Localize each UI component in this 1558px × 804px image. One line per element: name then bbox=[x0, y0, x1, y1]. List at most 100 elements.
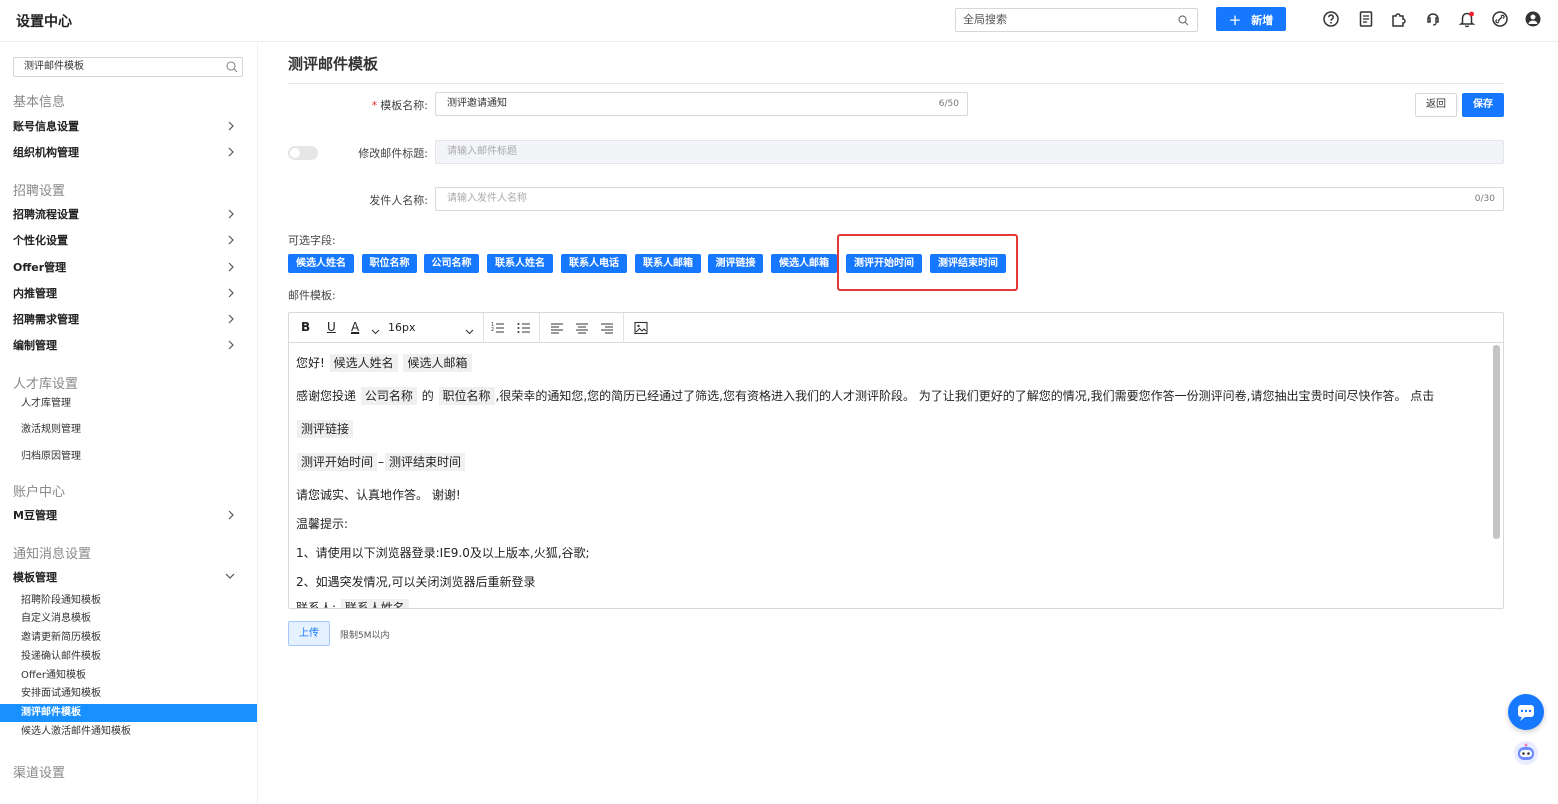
chevron-right-icon bbox=[228, 262, 234, 272]
chevron-right-icon bbox=[228, 288, 234, 298]
subject-placeholder: 请输入邮件标题 bbox=[447, 146, 517, 157]
help-icon[interactable] bbox=[1322, 10, 1340, 28]
chevron-right-icon bbox=[228, 340, 234, 350]
global-search-placeholder: 全局搜索 bbox=[963, 13, 1007, 26]
section-talent-pool: 人才库设置 bbox=[13, 377, 79, 392]
sidebar-item-personal[interactable]: 个性化设置 bbox=[13, 233, 243, 249]
char-count: 0/30 bbox=[1474, 194, 1495, 204]
chevron-down-icon[interactable] bbox=[465, 324, 474, 340]
chat-button[interactable] bbox=[1508, 694, 1544, 730]
sidebar-sub-template[interactable]: Offer通知模板 bbox=[21, 668, 86, 684]
field-tag[interactable]: 候选人邮箱 bbox=[771, 254, 837, 273]
subject-toggle[interactable] bbox=[288, 146, 318, 160]
toolbar-divider bbox=[623, 313, 624, 343]
sidebar-item-referral[interactable]: 内推管理 bbox=[13, 286, 243, 302]
field-tag[interactable]: 联系人姓名 bbox=[487, 254, 553, 273]
notification-bell-icon[interactable] bbox=[1458, 10, 1476, 28]
upload-button[interactable]: 上传 bbox=[288, 621, 330, 646]
sidebar-item-label: 账号信息设置 bbox=[13, 120, 79, 133]
plugin-icon[interactable] bbox=[1390, 10, 1408, 28]
sidebar-item-account-info[interactable]: 账号信息设置 bbox=[13, 119, 243, 135]
sidebar-item-label: 组织机构管理 bbox=[13, 146, 79, 159]
template-name-label-text: 模板名称: bbox=[380, 99, 428, 112]
sidebar-item-label: Offer管理 bbox=[13, 261, 67, 274]
sender-input[interactable]: 请输入发件人名称 0/30 bbox=[435, 187, 1504, 211]
upload-hint: 限制5M以内 bbox=[340, 631, 390, 641]
sender-label: 发件人名称: bbox=[369, 194, 428, 207]
sidebar-item-org[interactable]: 组织机构管理 bbox=[13, 145, 243, 161]
plus-icon: + bbox=[1228, 11, 1242, 29]
sidebar-item-headcount[interactable]: 编制管理 bbox=[13, 338, 243, 354]
field-tag[interactable]: 职位名称 bbox=[362, 254, 417, 273]
field-chip: 联系人姓名 bbox=[340, 599, 409, 608]
sidebar-sub-archive-reasons[interactable]: 归档原因管理 bbox=[21, 449, 81, 465]
body-line-greeting: 您好! 候选人姓名 候选人邮箱 bbox=[296, 354, 473, 372]
sidebar-item-demand[interactable]: 招聘需求管理 bbox=[13, 312, 243, 328]
field-chip: 候选人邮箱 bbox=[403, 354, 472, 372]
body-line-thanks: 感谢您投递 公司名称 的 职位名称 ,很荣幸的通知您,您的简历已经通过了筛选,您有… bbox=[296, 387, 1434, 405]
ordered-list-icon[interactable]: 12 bbox=[491, 320, 505, 336]
field-tag[interactable]: 候选人姓名 bbox=[288, 254, 354, 273]
bold-icon[interactable]: B bbox=[301, 320, 310, 336]
top-bar: 设置中心 全局搜索 + 新增 bbox=[0, 0, 1558, 42]
image-icon[interactable] bbox=[634, 320, 648, 336]
rich-text-editor[interactable]: B U A 16px 12 您好! 候选人姓名 候选人邮箱 感谢您投递 公司名称… bbox=[288, 312, 1504, 609]
field-chip: 测评结束时间 bbox=[385, 453, 466, 471]
sidebar-sub-template[interactable]: 投递确认邮件模板 bbox=[21, 649, 101, 665]
field-chip: 测评链接 bbox=[297, 420, 354, 438]
align-center-icon[interactable] bbox=[575, 320, 589, 336]
underline-icon[interactable]: U bbox=[327, 320, 336, 336]
sidebar-item-flow[interactable]: 招聘流程设置 bbox=[13, 207, 243, 223]
field-tag[interactable]: 公司名称 bbox=[424, 254, 479, 273]
font-color-icon[interactable]: A bbox=[351, 320, 359, 336]
sidebar-sub-activation-rules[interactable]: 激活规则管理 bbox=[21, 422, 81, 438]
section-channel-settings: 渠道设置 bbox=[13, 766, 66, 781]
sidebar-item-mdou[interactable]: M豆管理 bbox=[13, 508, 243, 524]
sidebar-item-template-mgmt[interactable]: 模板管理 bbox=[13, 570, 243, 586]
editor-body[interactable]: 您好! 候选人姓名 候选人邮箱 感谢您投递 公司名称 的 职位名称 ,很荣幸的通知… bbox=[289, 344, 1503, 608]
link-icon[interactable] bbox=[1491, 10, 1509, 28]
bullet-list-icon[interactable] bbox=[517, 320, 531, 336]
new-button[interactable]: + 新增 bbox=[1216, 7, 1286, 31]
sidebar-item-label: 个性化设置 bbox=[13, 234, 68, 247]
field-tag[interactable]: 测评链接 bbox=[708, 254, 763, 273]
template-name-input[interactable]: 测评邀请通知 6/50 bbox=[435, 92, 968, 116]
body-line-honest: 请您诚实、认真地作答。 谢谢! bbox=[296, 488, 461, 502]
document-icon[interactable] bbox=[1357, 10, 1375, 28]
field-chip: 职位名称 bbox=[438, 387, 495, 405]
chevron-down-icon[interactable] bbox=[371, 324, 380, 340]
sidebar-sub-template[interactable]: 邀请更新简历模板 bbox=[21, 630, 101, 646]
editor-toolbar: B U A 16px 12 bbox=[289, 313, 1503, 343]
sidebar-sub-template[interactable]: 自定义消息模板 bbox=[21, 611, 91, 627]
support-icon[interactable] bbox=[1424, 10, 1442, 28]
user-avatar-icon[interactable] bbox=[1524, 10, 1542, 28]
body-line-contact: 联系人: 联系人姓名 bbox=[296, 599, 410, 608]
assistant-robot-icon[interactable] bbox=[1512, 739, 1540, 767]
save-button[interactable]: 保存 bbox=[1462, 93, 1504, 117]
align-left-icon[interactable] bbox=[550, 320, 564, 336]
highlight-annotation bbox=[837, 234, 1018, 291]
editor-scrollbar[interactable] bbox=[1493, 345, 1500, 539]
sidebar-search-input[interactable]: 测评邮件模板 bbox=[13, 57, 243, 77]
section-account-center: 账户中心 bbox=[13, 485, 66, 500]
toolbar-divider bbox=[539, 313, 540, 343]
subject-input[interactable]: 请输入邮件标题 bbox=[435, 140, 1504, 164]
sidebar-sub-template[interactable]: 安排面试通知模板 bbox=[21, 686, 101, 702]
sidebar-sub-talent-pool[interactable]: 人才库管理 bbox=[21, 396, 71, 412]
svg-text:2: 2 bbox=[491, 327, 494, 333]
align-right-icon[interactable] bbox=[600, 320, 614, 336]
template-name-value: 测评邀请通知 bbox=[447, 98, 507, 109]
sidebar-sub-template[interactable]: 候选人激活邮件通知模板 bbox=[21, 724, 131, 740]
global-search-input[interactable]: 全局搜索 bbox=[955, 8, 1198, 32]
page-title: 测评邮件模板 bbox=[288, 55, 379, 73]
field-chip: 候选人姓名 bbox=[329, 354, 398, 372]
sidebar-item-offer[interactable]: Offer管理 bbox=[13, 260, 243, 276]
new-button-label: 新增 bbox=[1251, 14, 1274, 27]
back-button[interactable]: 返回 bbox=[1415, 93, 1457, 117]
field-tag[interactable]: 联系人电话 bbox=[561, 254, 627, 273]
field-tag[interactable]: 联系人邮箱 bbox=[635, 254, 701, 273]
body-text: ,很荣幸的通知您,您的简历已经通过了筛选,您有资格进入我们的人才测评阶段。 为了… bbox=[495, 389, 1435, 403]
font-size-select[interactable]: 16px bbox=[388, 321, 416, 337]
sidebar-sub-template-active[interactable]: 测评邮件模板 bbox=[0, 704, 257, 722]
sidebar-sub-template[interactable]: 招聘阶段通知模板 bbox=[21, 593, 101, 609]
